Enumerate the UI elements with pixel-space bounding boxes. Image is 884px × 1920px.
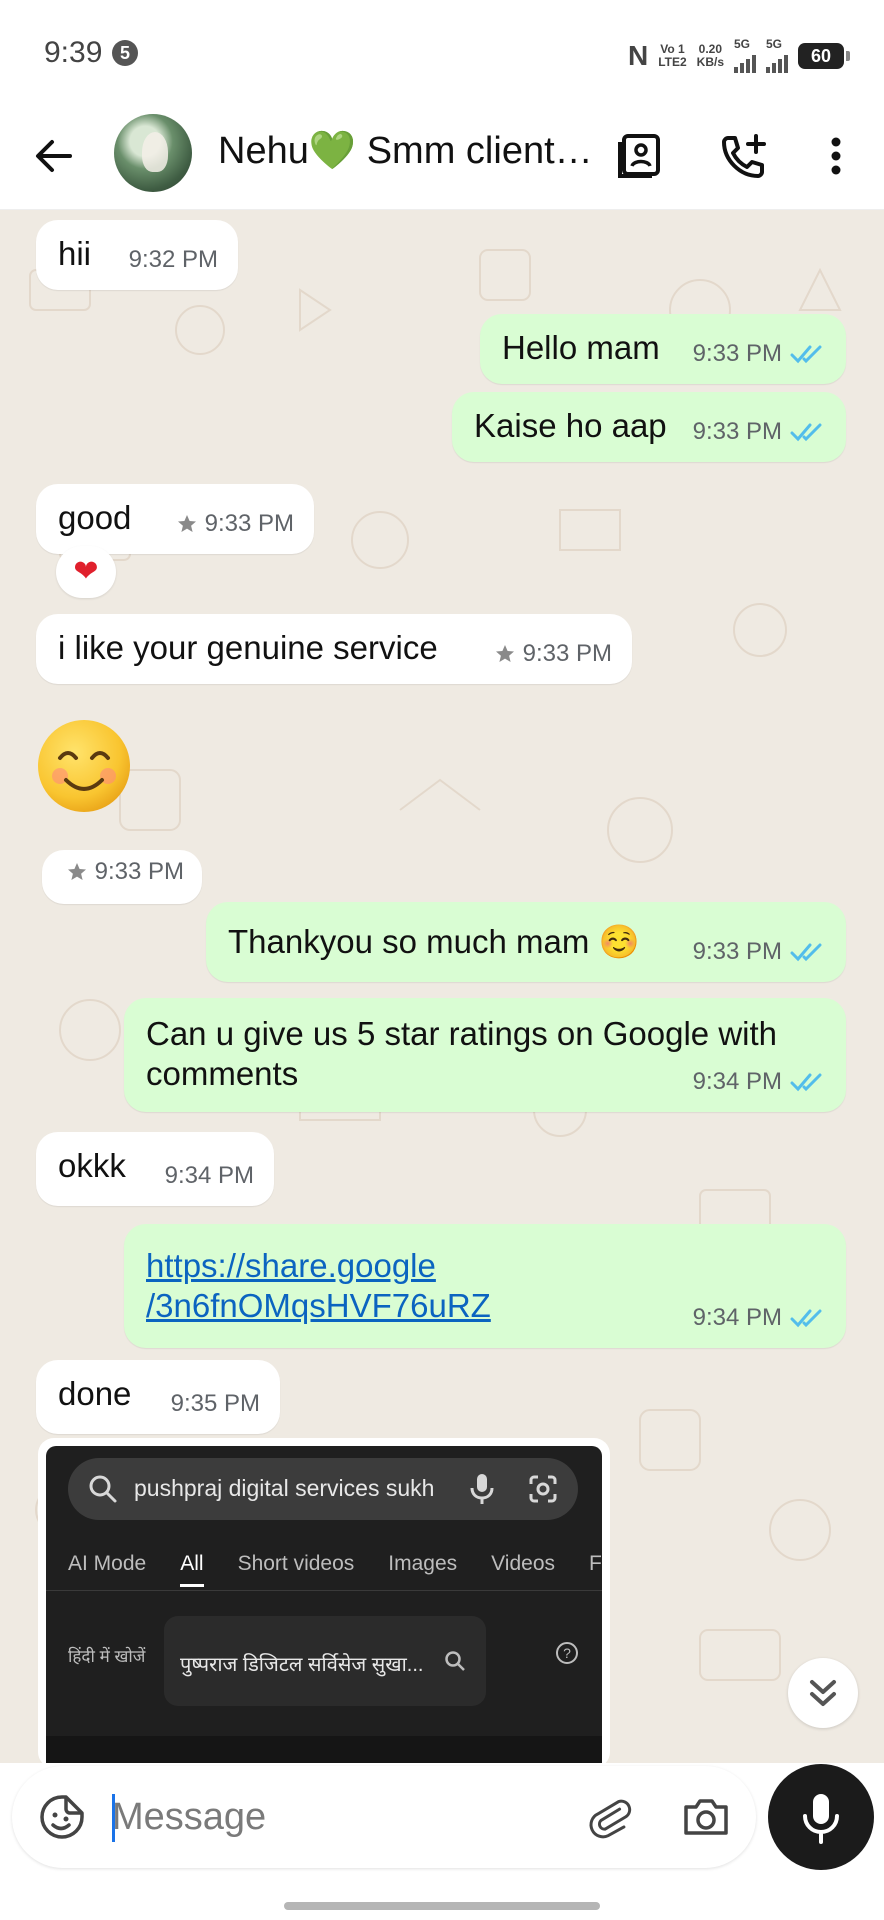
message-time: 9:32 PM <box>128 246 218 273</box>
google-search-bar: pushpraj digital services sukh <box>68 1458 578 1520</box>
message-incoming[interactable]: okkk 9:34 PM <box>36 1132 274 1206</box>
attach-icon[interactable] <box>584 1791 636 1843</box>
message-incoming[interactable]: good 9:33 PM <box>36 484 314 554</box>
status-bar: 9:39 5 N Vo 1 LTE2 0.20 KB/s 5G 5G 60 <box>0 0 884 104</box>
sticker-emoji-icon[interactable] <box>36 1791 88 1843</box>
message-incoming[interactable]: hii 9:32 PM <box>36 220 238 290</box>
signal-sim2-icon: 5G <box>766 38 788 73</box>
star-icon <box>67 863 86 880</box>
volte-indicator: Vo 1 LTE2 <box>658 41 687 69</box>
message-outgoing[interactable]: Hello mam 9:33 PM <box>480 314 846 384</box>
contact-name[interactable]: Nehu💚 Smm client… <box>218 129 593 173</box>
notification-count-badge: 5 <box>112 40 138 66</box>
message-time: 9:33 PM <box>693 932 826 972</box>
contact-card-icon[interactable] <box>612 128 668 184</box>
message-incoming[interactable]: i like your genuine service 9:33 PM <box>36 614 632 684</box>
message-incoming[interactable]: done 9:35 PM <box>36 1360 280 1434</box>
nfc-icon: N <box>627 39 649 71</box>
message-time: 9:33 PM <box>67 852 184 892</box>
mic-icon <box>470 1474 494 1504</box>
message-time-bubble[interactable]: 9:33 PM <box>42 850 202 904</box>
battery-icon: 60 <box>798 42 850 69</box>
search-icon <box>89 1475 117 1503</box>
message-outgoing[interactable]: https://share.google /3n6fnOMqsHVF76uRZ … <box>124 1224 846 1348</box>
message-time: 9:34 PM <box>164 1162 254 1189</box>
signal-sim1-icon: 5G <box>734 38 756 73</box>
chat-area[interactable]: hii 9:32 PM Hello mam 9:33 PM Kaise ho a… <box>0 210 884 1763</box>
star-icon <box>177 515 196 532</box>
network-speed: 0.20 KB/s <box>696 41 724 69</box>
message-time: 9:33 PM <box>693 334 826 374</box>
voice-record-button[interactable] <box>768 1764 874 1870</box>
avatar[interactable] <box>114 114 192 192</box>
mic-icon <box>803 1794 839 1844</box>
screenshot-preview: pushpraj digital services sukh AI Mode A… <box>46 1446 602 1763</box>
read-receipt-icon <box>790 423 822 442</box>
message-outgoing[interactable]: Kaise ho aap 9:33 PM <box>452 392 846 462</box>
more-vert-icon[interactable] <box>808 128 864 184</box>
google-tabs: AI Mode All Short videos Images Videos F <box>68 1552 602 1587</box>
add-call-icon[interactable] <box>716 128 772 184</box>
read-receipt-icon <box>790 1309 822 1328</box>
back-arrow-icon[interactable] <box>30 132 78 180</box>
status-time: 9:39 <box>44 36 103 69</box>
message-input[interactable] <box>112 1788 572 1846</box>
read-receipt-icon <box>790 345 822 364</box>
reaction-heart[interactable]: ❤ <box>56 546 116 598</box>
message-time: 9:33 PM <box>495 634 612 674</box>
star-icon <box>495 645 514 662</box>
lens-icon <box>529 1475 557 1503</box>
message-outgoing[interactable]: Can u give us 5 star ratings on Google w… <box>124 998 846 1112</box>
status-icons: N Vo 1 LTE2 0.20 KB/s 5G 5G 60 <box>627 38 850 73</box>
message-time: 9:34 PM <box>693 1062 826 1102</box>
message-composer <box>12 1766 756 1868</box>
double-chevron-down-icon <box>810 1680 836 1706</box>
message-time: 9:33 PM <box>177 504 294 544</box>
image-message[interactable]: pushpraj digital services sukh AI Mode A… <box>38 1438 610 1763</box>
home-indicator[interactable] <box>284 1902 600 1910</box>
camera-icon[interactable] <box>680 1791 732 1843</box>
message-time: 9:33 PM <box>693 412 826 452</box>
smiling-emoji-icon[interactable] <box>36 718 132 814</box>
read-receipt-icon <box>790 943 822 962</box>
message-outgoing[interactable]: Thankyou so much mam ☺️ 9:33 PM <box>206 902 846 982</box>
chat-header: Nehu💚 Smm client… <box>0 104 884 210</box>
message-time: 9:35 PM <box>170 1390 260 1417</box>
scroll-to-bottom-button[interactable] <box>788 1658 858 1728</box>
navigation-bar <box>0 1872 884 1920</box>
share-link[interactable]: https://share.google <box>146 1224 824 1286</box>
read-receipt-icon <box>790 1073 822 1092</box>
message-time: 9:34 PM <box>693 1298 826 1338</box>
